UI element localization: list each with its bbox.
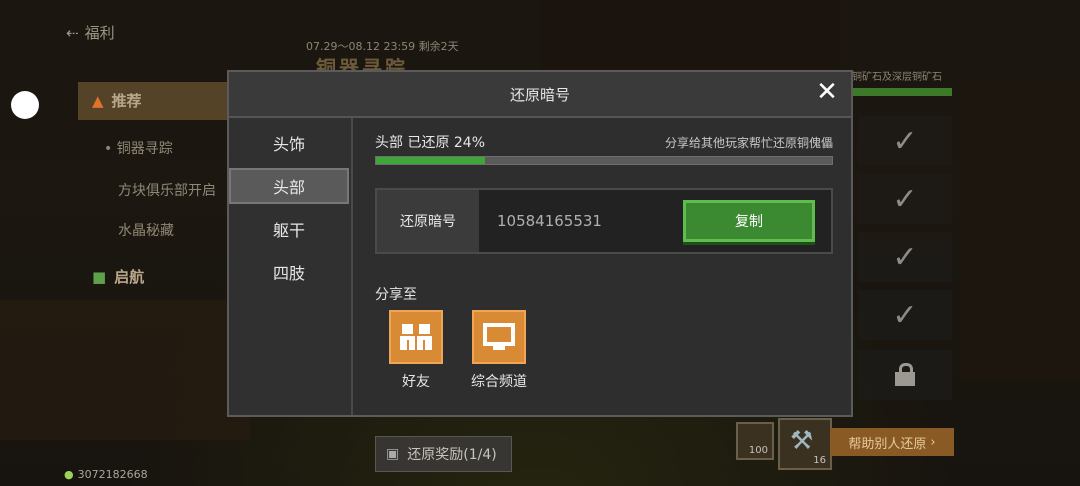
check-icon: ✓ (858, 290, 952, 340)
menu-item-copper-quest[interactable]: • 铜器寻踪 (104, 138, 173, 158)
chevron-right-icon: › (930, 434, 936, 450)
share-channel-label: 综合频道 (471, 374, 527, 390)
item-slot-seeds: 100 (736, 422, 774, 460)
item-slot-axe: ⚒ 16 (778, 418, 832, 470)
fire-icon: ▲ (92, 91, 104, 110)
menu-item-crystal[interactable]: 水晶秘藏 (118, 220, 174, 240)
tab-torso[interactable]: 躯干 (229, 211, 349, 247)
check-icon: ✓ (858, 232, 952, 282)
dialog-content: 头部 已还原 24% 分享给其他玩家帮忙还原铜傀儡 还原暗号 105841655… (353, 118, 851, 415)
tab-head[interactable]: 头部 (229, 168, 349, 204)
back-arrow-icon: ⇠ (66, 23, 79, 42)
tab-headwear[interactable]: 头饰 (229, 125, 349, 161)
network-status: ● 3072182668 (64, 468, 148, 481)
dialog-title: 还原暗号 (509, 85, 570, 104)
progress-row: 头部 已还原 24% 分享给其他玩家帮忙还原铜傀儡 (375, 132, 833, 152)
monitor-icon (472, 310, 526, 364)
share-hint: 分享给其他玩家帮忙还原铜傀儡 (664, 135, 833, 150)
share-title: 分享至 (375, 287, 417, 303)
right-note: 铜矿石及深层铜矿石 (852, 72, 942, 83)
menu-launch[interactable]: ■ 启航 (92, 266, 144, 287)
share-to-friends[interactable]: 好友 (389, 310, 443, 391)
part-tabs: 头饰 头部 躯干 四肢 (229, 118, 353, 415)
help-others-button[interactable]: 帮助别人还原 › (830, 428, 954, 456)
restore-reward-button[interactable]: ▣ 还原奖励(1/4) (375, 436, 512, 472)
code-value: 10584165531 (497, 212, 602, 230)
axe-icon: ⚒ (790, 426, 814, 456)
friends-icon (389, 310, 443, 364)
chest-icon: ▣ (386, 446, 400, 462)
lock-icon (895, 363, 915, 386)
code-label: 还原暗号 (377, 190, 479, 252)
floating-ball[interactable] (11, 91, 39, 119)
slot-count: 16 (813, 455, 826, 466)
progress-fill (376, 157, 486, 164)
copy-button[interactable]: 复制 (683, 200, 815, 242)
network-id: 3072182668 (77, 468, 148, 481)
slot-count: 100 (748, 445, 768, 456)
back-label: 福利 (84, 24, 115, 42)
menu-item-block-club[interactable]: 方块俱乐部开启 (118, 180, 216, 200)
code-box: 还原暗号 10584165531 复制 (375, 188, 833, 254)
right-progress-bar (852, 88, 952, 96)
tab-limbs[interactable]: 四肢 (229, 254, 349, 290)
share-friends-label: 好友 (402, 374, 430, 390)
dialog-header: 还原暗号 ✕ (229, 72, 851, 118)
check-icon: ✓ (858, 174, 952, 224)
progress-label: 头部 已还原 24% (375, 135, 486, 151)
restore-code-dialog: 还原暗号 ✕ 头饰 头部 躯干 四肢 头部 已还原 24% 分享给其他玩家帮忙还… (227, 70, 853, 417)
locked-reward (858, 350, 952, 400)
wifi-icon: ● (64, 468, 74, 481)
share-to-channel[interactable]: 综合频道 (471, 310, 527, 391)
close-icon[interactable]: ✕ (815, 79, 839, 105)
progress-bar (375, 156, 833, 165)
menu-recommend[interactable]: ▲ 推荐 (92, 90, 142, 111)
back-button[interactable]: ⇠ 福利 (66, 22, 115, 43)
gift-icon: ■ (92, 267, 107, 286)
check-icon: ✓ (858, 116, 952, 166)
